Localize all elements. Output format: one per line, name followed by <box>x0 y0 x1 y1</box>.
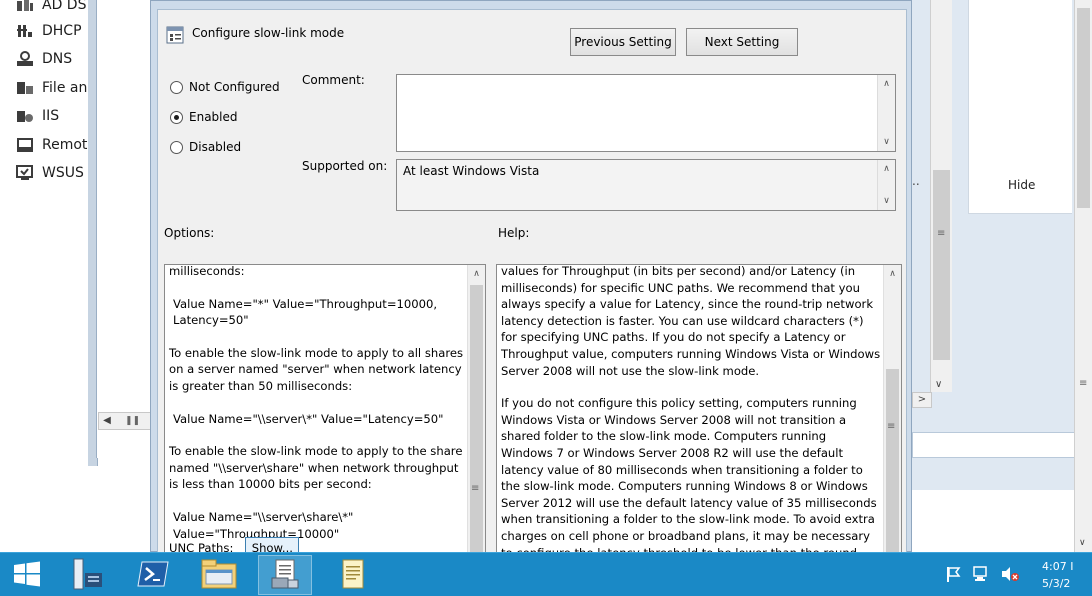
hide-link[interactable]: Hide <box>1008 178 1035 192</box>
previous-setting-button[interactable]: Previous Setting <box>570 28 676 56</box>
help-panel[interactable]: values for Throughput (in bits per secon… <box>496 264 902 556</box>
options-scrollbar[interactable]: ∧ ≡ <box>467 265 485 555</box>
enabled-radio[interactable]: Enabled <box>170 110 238 124</box>
disabled-radio[interactable]: Disabled <box>170 140 241 154</box>
background-horizontal-scrollbar[interactable]: ◀ ❚❚ <box>98 412 152 430</box>
scrollbar-thumb[interactable] <box>1077 8 1090 208</box>
scrollbar-thumb[interactable] <box>470 285 483 555</box>
help-content: values for Throughput (in bits per secon… <box>501 264 881 556</box>
radio-label: Enabled <box>189 110 238 124</box>
radio-button[interactable] <box>170 140 183 154</box>
chevron-down-icon[interactable]: ∨ <box>1079 538 1086 548</box>
group-policy-taskbar-button[interactable] <box>258 555 312 595</box>
policy-setting-dialog: Configure slow-link mode Previous Settin… <box>150 0 912 556</box>
supported-on-label: Supported on: <box>302 159 388 173</box>
clock-time: 4:07 I <box>1042 560 1074 573</box>
background-content-pane <box>96 0 152 458</box>
help-paragraph: If you do not configure this policy sett… <box>501 396 877 556</box>
notepad-taskbar-button[interactable] <box>326 555 380 595</box>
not-configured-radio[interactable]: Not Configured <box>170 80 280 94</box>
system-tray <box>944 565 1020 586</box>
iis-icon <box>16 108 34 124</box>
powershell-taskbar-button[interactable] <box>126 555 180 595</box>
chevron-down-icon[interactable]: ∨ <box>879 134 894 150</box>
scroll-grip-icon: ≡ <box>887 421 896 432</box>
radio-label: Disabled <box>189 140 242 154</box>
chevron-up-icon[interactable]: ∧ <box>879 76 894 92</box>
supported-on-field: At least Windows Vista ∧ ∨ <box>396 159 896 211</box>
policy-dialog-body: Configure slow-link mode Previous Settin… <box>157 9 907 556</box>
chevron-up-icon[interactable]: ∧ <box>885 266 900 282</box>
radio-button[interactable] <box>170 80 183 94</box>
options-line: To enable the slow-link mode to apply to… <box>169 345 464 393</box>
file-explorer-icon <box>200 558 238 593</box>
group-policy-icon <box>268 558 302 593</box>
dhcp-icon <box>16 23 34 39</box>
policy-setting-icon <box>166 26 184 44</box>
help-label: Help: <box>498 226 530 240</box>
next-setting-button[interactable]: Next Setting <box>686 28 798 56</box>
background-outer-scrollbar[interactable]: ≡ ∨ <box>1074 0 1092 552</box>
options-panel[interactable]: milliseconds: Value Name="*" Value="Thro… <box>164 264 486 556</box>
scroll-grip-icon: ≡ <box>471 483 480 494</box>
scrollbar-thumb[interactable] <box>933 170 950 360</box>
start-button[interactable] <box>0 555 54 595</box>
windows-logo-icon <box>12 561 42 590</box>
powershell-icon <box>136 559 170 592</box>
server-manager-taskbar-button[interactable] <box>60 555 114 595</box>
wsus-icon <box>16 165 34 181</box>
radio-button[interactable] <box>170 110 183 124</box>
supported-on-scrollbar[interactable]: ∧ ∨ <box>877 160 895 210</box>
background-ellipsis: .. <box>912 174 920 188</box>
options-content: milliseconds: Value Name="*" Value="Thro… <box>169 264 465 555</box>
background-input-box <box>912 432 1080 458</box>
chevron-down-icon[interactable]: ∨ <box>879 193 894 209</box>
comment-label: Comment: <box>302 73 365 87</box>
supported-on-value: At least Windows Vista <box>403 164 540 178</box>
clock-date: 5/3/2 <box>1042 577 1071 590</box>
comment-textarea[interactable]: ∧ ∨ <box>396 74 896 152</box>
taskbar: 4:07 I 5/3/2 <box>0 552 1092 596</box>
file-services-icon <box>16 80 34 96</box>
options-line: To enable the slow-link mode to apply to… <box>169 444 463 492</box>
scroll-left-icon[interactable]: ◀ <box>99 413 115 429</box>
policy-title: Configure slow-link mode <box>192 26 345 40</box>
comment-scrollbar[interactable]: ∧ ∨ <box>877 75 895 151</box>
ad-ds-icon <box>16 0 34 13</box>
volume-muted-icon[interactable] <box>1000 565 1020 586</box>
scroll-grip-icon: ≡ <box>1079 378 1088 389</box>
radio-label: Not Configured <box>189 80 280 94</box>
scroll-right-icon[interactable]: > <box>912 392 932 408</box>
dns-icon <box>16 51 34 67</box>
chevron-up-icon[interactable]: ∧ <box>879 161 894 177</box>
server-manager-sidebar: AD DS DHCP DNS File and IIS Remote WSUS <box>0 0 96 552</box>
help-scrollbar[interactable]: ∧ ≡ <box>883 265 901 555</box>
options-line: Value Name="*" Value="Throughput=10000, … <box>173 296 438 328</box>
options-line: Value Name="\\server\*" Value="Latency=5… <box>173 411 444 426</box>
help-paragraph: values for Throughput (in bits per secon… <box>501 264 881 378</box>
file-explorer-taskbar-button[interactable] <box>192 555 246 595</box>
chevron-up-icon[interactable]: ∧ <box>469 266 484 282</box>
chevron-down-icon[interactable]: ∨ <box>935 379 942 390</box>
network-icon[interactable] <box>972 565 990 586</box>
options-line: milliseconds: <box>169 264 245 278</box>
background-vertical-scrollbar[interactable]: ≡ ∨ <box>930 0 952 392</box>
options-label: Options: <box>164 226 215 240</box>
scroll-grip-icon: ≡ <box>937 228 946 239</box>
taskbar-clock[interactable]: 4:07 I 5/3/2 <box>1042 558 1073 592</box>
scroll-grip-icon: ❚❚ <box>125 416 141 426</box>
action-center-flag-icon[interactable] <box>944 565 962 586</box>
server-manager-icon <box>70 557 104 594</box>
scrollbar-thumb[interactable] <box>886 369 899 555</box>
notepad-icon <box>336 557 370 594</box>
remote-desktop-icon <box>16 137 34 153</box>
